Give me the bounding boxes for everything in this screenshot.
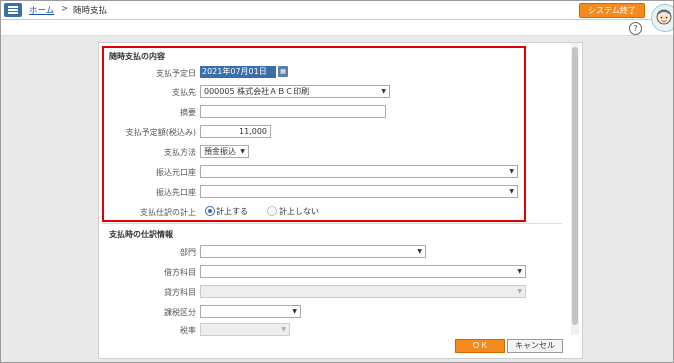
app-window: ホーム > 随時支払 システム終了 ? 随時支払の内容 支払予定日 2021年0… — [0, 0, 674, 363]
journal-no-label[interactable]: 計上しない — [279, 206, 319, 217]
scrollbar-thumb[interactable] — [572, 47, 578, 325]
tax-class-label: 課税区分 — [164, 308, 196, 317]
payment-method-value: 預金振込 — [204, 147, 236, 156]
journal-section-title: 支払時の仕訳情報 — [109, 230, 173, 239]
avatar-icon[interactable] — [651, 4, 673, 32]
dropdown-caret-icon: ▼ — [509, 188, 514, 195]
tax-class-select[interactable]: ▼ — [200, 305, 301, 318]
amount-label: 支払予定額(税込み) — [125, 128, 196, 137]
breadcrumb-current: 随時支払 — [73, 6, 108, 16]
system-exit-button[interactable]: システム終了 — [579, 3, 645, 18]
avatar-face-icon — [656, 9, 672, 25]
payment-date-label: 支払予定日 — [156, 69, 196, 78]
payment-section-title: 随時支払の内容 — [109, 52, 165, 61]
department-select[interactable]: ▼ — [200, 245, 426, 258]
from-account-label: 振込元口座 — [156, 168, 196, 177]
dropdown-caret-icon: ▼ — [417, 248, 422, 255]
payment-method-select[interactable]: 預金振込 ▼ — [200, 145, 249, 158]
from-account-select[interactable]: ▼ — [200, 165, 518, 178]
payment-date-input[interactable]: 2021年07月01日 — [200, 66, 276, 78]
tax-rate-label: 税率 — [180, 326, 196, 335]
payment-method-label: 支払方法 — [164, 148, 196, 157]
credit-account-select: ▼ — [200, 285, 526, 298]
dropdown-caret-icon: ▼ — [381, 88, 386, 95]
dropdown-caret-icon: ▼ — [509, 168, 514, 175]
dropdown-caret-icon: ▼ — [281, 326, 286, 333]
breadcrumb-home-link[interactable]: ホーム — [29, 4, 54, 16]
ok-button[interactable]: ＯＫ — [455, 339, 505, 353]
payee-label: 支払先 — [172, 88, 196, 97]
journal-yes-radio[interactable] — [205, 206, 215, 216]
dropdown-caret-icon: ▼ — [240, 148, 245, 155]
journal-no-radio[interactable] — [267, 206, 277, 216]
journal-yes-label[interactable]: 計上する — [216, 206, 248, 217]
breadcrumb-separator: > — [61, 4, 69, 14]
help-icon[interactable]: ? — [629, 22, 642, 35]
dropdown-caret-icon: ▼ — [517, 288, 522, 295]
menu-icon[interactable] — [4, 3, 22, 17]
top-bar: ホーム > 随時支払 システム終了 — [1, 1, 673, 20]
payee-value: 000005 株式会社ＡＢＣ印刷 — [204, 87, 310, 96]
journal-entry-label: 支払仕訳の計上 — [140, 208, 196, 217]
section-divider — [102, 223, 562, 224]
to-account-label: 振込先口座 — [156, 188, 196, 197]
summary-label: 摘要 — [180, 108, 196, 117]
credit-account-label: 貸方科目 — [164, 288, 196, 297]
payee-select[interactable]: 000005 株式会社ＡＢＣ印刷 ▼ — [200, 85, 390, 98]
calendar-icon[interactable]: ▦ — [278, 66, 288, 77]
dropdown-caret-icon: ▼ — [292, 308, 297, 315]
dropdown-caret-icon: ▼ — [517, 268, 522, 275]
cancel-button[interactable]: キャンセル — [507, 339, 563, 353]
department-label: 部門 — [180, 248, 196, 257]
debit-account-label: 借方科目 — [164, 268, 196, 277]
summary-input[interactable] — [200, 105, 386, 118]
tax-rate-select: ▼ — [200, 323, 290, 336]
debit-account-select[interactable]: ▼ — [200, 265, 526, 278]
amount-input[interactable]: 11,000 — [200, 125, 271, 138]
to-account-select[interactable]: ▼ — [200, 185, 518, 198]
